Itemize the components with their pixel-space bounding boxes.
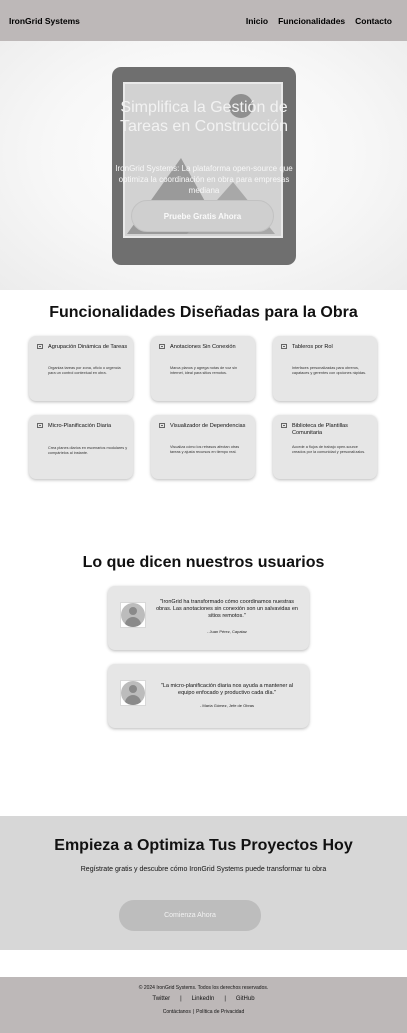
feature-card: Micro-Planificación Diaria Crea planes d… — [29, 415, 133, 479]
copyright-text: © 2024 IronGrid Systems. Todos los derec… — [138, 985, 269, 991]
testimonial-author: - María Gómez, Jefe de Obras — [199, 703, 255, 708]
feature-card: Anotaciones Sin Conexión Marca planos y … — [151, 336, 255, 401]
privacy-policy-link[interactable]: Política de Privacidad — [196, 1009, 244, 1015]
feature-card: Visualizador de Dependencias Visualiza c… — [151, 415, 255, 479]
image-icon — [37, 423, 43, 428]
github-link[interactable]: GitHub — [236, 996, 255, 1002]
feature-desc: Marca planos y agrega notas de voz sin i… — [170, 366, 238, 375]
testimonial-card: "IronGrid ha transformado cómo coordinam… — [108, 586, 309, 650]
top-nav: IronGrid Systems Inicio Funcionalidades … — [0, 0, 407, 41]
testimonial-card: "La micro-planificación diaria nos ayuda… — [108, 664, 309, 728]
user-avatar-icon — [121, 603, 145, 627]
image-icon — [159, 423, 165, 428]
try-free-button[interactable]: Pruebe Gratis Ahora — [131, 200, 274, 232]
feature-desc: Visualiza cómo los retrasos afectan otra… — [170, 445, 240, 454]
image-icon — [281, 423, 287, 428]
nav-link-inicio[interactable]: Inicio — [246, 16, 268, 26]
feature-title: Micro-Planificación Diaria — [48, 423, 112, 429]
nav-link-contacto[interactable]: Contacto — [355, 16, 392, 26]
hero-subtitle: IronGrid Systems: La plataforma open-sou… — [115, 164, 293, 195]
testimonial-quote: "IronGrid ha transformado cómo coordinam… — [156, 599, 298, 619]
feature-title: Anotaciones Sin Conexión — [170, 344, 236, 350]
nav-links: Inicio Funcionalidades Contacto — [246, 16, 392, 26]
hero-title: Simplifica la Gestión de Tareas en Const… — [119, 99, 289, 135]
feature-title: Biblioteca de Plantillas Comunitaria — [292, 423, 348, 436]
separator: | — [180, 996, 182, 1002]
avatar — [120, 602, 146, 628]
feature-title: Agrupación Dinámica de Tareas — [48, 344, 128, 350]
contact-link[interactable]: Contáctanos — [163, 1009, 191, 1015]
user-avatar-icon — [121, 681, 145, 705]
social-links: Twitter | LinkedIn | GitHub — [0, 996, 407, 1002]
feature-desc: Organiza tareas por zona, oficio o urgen… — [48, 366, 121, 375]
image-icon — [37, 344, 43, 349]
features-title: Funcionalidades Diseñadas para la Obra — [49, 304, 358, 321]
avatar — [120, 680, 146, 706]
feature-title: Visualizador de Dependencias — [170, 423, 246, 429]
image-icon — [281, 344, 287, 349]
nav-link-funcionalidades[interactable]: Funcionalidades — [278, 16, 345, 26]
feature-card: Biblioteca de Plantillas Comunitaria Acc… — [273, 415, 377, 479]
linkedin-link[interactable]: LinkedIn — [192, 996, 215, 1002]
start-now-button[interactable]: Comienza Ahora — [119, 900, 261, 931]
cta-title: Empieza a Optimiza Tus Proyectos Hoy — [54, 837, 353, 854]
feature-title: Tableros por Rol — [292, 344, 333, 350]
feature-desc: Interfaces personalizadas para obreros, … — [292, 366, 367, 375]
feature-card: Agrupación Dinámica de Tareas Organiza t… — [29, 336, 133, 401]
feature-desc: Accede a flujos de trabajo open-source c… — [292, 445, 366, 454]
image-icon — [159, 344, 165, 349]
testimonial-author: - Juan Pérez, Capataz — [207, 629, 247, 634]
feature-desc: Crea planes diarios en escenarios modula… — [48, 446, 128, 455]
testimonial-quote: "La micro-planificación diaria nos ayuda… — [160, 683, 294, 696]
twitter-link[interactable]: Twitter — [152, 996, 170, 1002]
separator: | — [224, 996, 226, 1002]
brand-logo-text[interactable]: IronGrid Systems — [9, 16, 80, 26]
feature-card: Tableros por Rol Interfaces personalizad… — [273, 336, 377, 401]
separator: | — [192, 1009, 195, 1015]
legal-links: Contáctanos | Política de Privacidad — [0, 1009, 407, 1015]
testimonials-title: Lo que dicen nuestros usuarios — [82, 554, 325, 571]
cta-subtitle: Regístrate gratis y descubre cómo IronGr… — [80, 866, 327, 873]
